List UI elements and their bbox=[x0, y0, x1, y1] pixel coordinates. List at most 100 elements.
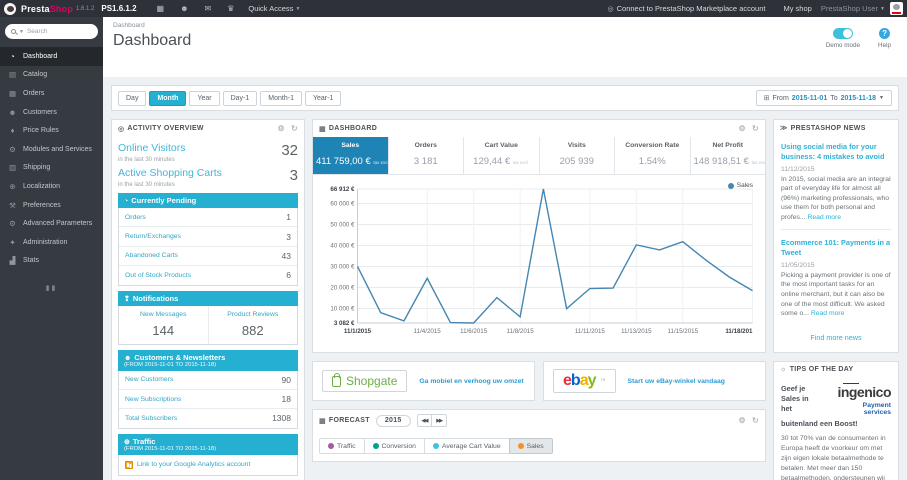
product-reviews-link[interactable]: Product Reviews bbox=[211, 311, 296, 318]
chart-legend: Sales bbox=[727, 182, 753, 189]
news-article: Using social media for your business: 4 … bbox=[781, 142, 891, 222]
version-label: 1.6.1.2 bbox=[76, 5, 95, 12]
forecast-panel: ▦ FORECAST 2015 ◀◀ ▶▶ ⚙ ↻ Traffic Conversi… bbox=[312, 409, 766, 462]
return-exchanges-link[interactable]: Return/Exchanges bbox=[125, 233, 181, 240]
find-more-news-link[interactable]: Find more news bbox=[774, 325, 898, 352]
demo-mode-control: Demo mode bbox=[826, 28, 860, 49]
total-subscribers-value: 1308 bbox=[272, 413, 291, 424]
shopgate-link[interactable]: Ga mobiel en verhoog uw omzet bbox=[419, 378, 523, 385]
collapse-menu-icon[interactable]: ▮▮ bbox=[0, 284, 103, 292]
abandoned-carts-link[interactable]: Abandoned Carts bbox=[125, 252, 178, 259]
kpi-cart-value[interactable]: Cart Value 129,44 € tax excl. bbox=[464, 137, 540, 174]
active-carts-value: 3 bbox=[289, 167, 298, 184]
sidebar-item-orders[interactable]: ▦ Orders bbox=[0, 84, 103, 103]
shopgate-banner[interactable]: Shopgate Ga mobiel en verhoog uw omzet bbox=[312, 361, 535, 401]
refresh-icon[interactable]: ↻ bbox=[291, 124, 298, 133]
sidebar-item-localization[interactable]: ⊕ Localization bbox=[0, 177, 103, 196]
range-button-year-1[interactable]: Year-1 bbox=[304, 90, 342, 106]
forecast-legend-traffic[interactable]: Traffic bbox=[319, 438, 365, 454]
ebay-banner[interactable]: ebay ™ Start uw eBay-winkel vandaag bbox=[543, 361, 766, 401]
range-button-year[interactable]: Year bbox=[189, 90, 220, 106]
kpi-tabs: Sales 411 759,00 € tax excl. Orders 3 181 Ca… bbox=[313, 137, 765, 175]
online-visitors-value: 32 bbox=[281, 142, 298, 159]
quick-access-menu[interactable]: Quick Access ▼ bbox=[248, 4, 300, 13]
refresh-icon[interactable]: ↻ bbox=[752, 124, 759, 133]
shopgate-logo: Shopgate bbox=[322, 370, 408, 392]
svg-text:20 000 €: 20 000 € bbox=[330, 284, 355, 291]
gear-icon[interactable]: ⚙ bbox=[278, 124, 285, 133]
brand: PrestaShop bbox=[21, 3, 74, 14]
cart-icon[interactable]: ▦ bbox=[157, 4, 165, 13]
new-customers-link[interactable]: New Customers bbox=[125, 376, 173, 383]
trophy-icon[interactable]: ♛ bbox=[227, 4, 234, 13]
range-button-day-1[interactable]: Day-1 bbox=[222, 90, 258, 106]
range-button-day[interactable]: Day bbox=[118, 90, 147, 106]
kpi-net-profit[interactable]: Net Profit148 918,51 € tax excl. bbox=[690, 137, 765, 174]
demo-mode-toggle[interactable] bbox=[832, 28, 853, 39]
advanced-parameters-icon: ⚙ bbox=[9, 219, 16, 229]
list-item: Abandoned Carts 43 bbox=[119, 247, 297, 267]
range-button-month-1[interactable]: Month-1 bbox=[260, 90, 302, 106]
ebay-logo: ebay ™ bbox=[553, 369, 616, 393]
sidebar-item-price-rules[interactable]: ♦ Price Rules bbox=[0, 121, 103, 140]
help-icon[interactable]: ? bbox=[879, 28, 891, 39]
user-menu[interactable]: PrestaShop User ▼ bbox=[821, 4, 885, 13]
sidebar-item-dashboard[interactable]: ◔ Dashboard bbox=[0, 47, 103, 66]
stats-icon: ▟ bbox=[9, 256, 16, 266]
forecast-legend-conversion[interactable]: Conversion bbox=[363, 438, 425, 454]
news-article-link[interactable]: Ecommerce 101: Payments in a Tweet bbox=[781, 238, 891, 258]
person-icon[interactable]: ☻ bbox=[180, 4, 188, 13]
marketplace-link[interactable]: ◎ Connect to PrestaShop Marketplace accou… bbox=[608, 4, 766, 13]
sidebar-item-stats[interactable]: ▟ Stats bbox=[0, 252, 103, 271]
gear-icon[interactable]: ⚙ bbox=[739, 416, 746, 425]
mail-icon[interactable]: ✉ bbox=[205, 4, 212, 13]
sidebar-item-customers[interactable]: ☻ Customers bbox=[0, 103, 103, 122]
total-subscribers-link[interactable]: Total Subscribers bbox=[125, 415, 177, 422]
read-more-link[interactable]: Read more bbox=[811, 310, 845, 317]
refresh-icon[interactable]: ↻ bbox=[752, 416, 759, 425]
orders-icon: ▦ bbox=[8, 88, 17, 98]
news-article-link[interactable]: Using social media for your business: 4 … bbox=[781, 142, 891, 162]
active-carts-subtitle: in the last 30 minutes bbox=[118, 182, 175, 188]
read-more-link[interactable]: Read more bbox=[807, 214, 841, 221]
sidebar-item-administration[interactable]: ✦ Administration bbox=[0, 233, 103, 252]
traffic-dot-icon bbox=[328, 443, 334, 449]
list-item: Orders 1 bbox=[119, 208, 297, 228]
orders-link[interactable]: Orders bbox=[125, 214, 146, 221]
gear-icon[interactable]: ⚙ bbox=[739, 124, 746, 133]
my-shop-link[interactable]: My shop bbox=[783, 4, 811, 13]
forecast-legend-sales[interactable]: Sales bbox=[508, 438, 553, 454]
online-visitors-link[interactable]: Online Visitors bbox=[118, 142, 186, 154]
new-messages-link[interactable]: New Messages bbox=[121, 311, 206, 318]
forecast-next-button[interactable]: ▶▶ bbox=[432, 414, 448, 427]
forecast-prev-button[interactable]: ◀◀ bbox=[416, 414, 433, 427]
forecast-legend-average-cart-value[interactable]: Average Cart Value bbox=[423, 438, 510, 454]
kpi-orders[interactable]: Orders 3 181 bbox=[388, 137, 464, 174]
kpi-visits[interactable]: Visits 205 939 bbox=[539, 137, 615, 174]
sidebar-item-advanced-parameters[interactable]: ⚙ Advanced Parameters bbox=[0, 214, 103, 233]
out-of-stock-products-link[interactable]: Out of Stock Products bbox=[125, 272, 191, 279]
kpi-conversion-rate[interactable]: Conversion Rate 1.54% bbox=[615, 137, 691, 174]
chevron-down-icon[interactable]: ▼ bbox=[19, 29, 24, 35]
conversion-dot-icon bbox=[372, 443, 379, 449]
breadcrumb: Dashboard bbox=[113, 22, 145, 29]
marketplace-icon: ◎ bbox=[607, 6, 614, 13]
sidebar-item-preferences[interactable]: ⚒ Preferences bbox=[0, 196, 103, 215]
sidebar-item-shipping[interactable]: ▥ Shipping bbox=[0, 159, 103, 178]
range-buttons: Day Month Year Day-1 Month-1 Year-1 bbox=[118, 90, 342, 106]
date-range-picker[interactable]: ⊞ From 2015-11-01 To 2015-11-18 ▼ bbox=[755, 90, 892, 106]
range-button-month[interactable]: Month bbox=[149, 90, 187, 106]
ebay-link[interactable]: Start uw eBay-winkel vandaag bbox=[628, 378, 725, 385]
active-carts-link[interactable]: Active Shopping Carts bbox=[118, 167, 222, 179]
search-input[interactable] bbox=[26, 28, 79, 35]
kpi-sales[interactable]: Sales 411 759,00 € tax excl. bbox=[313, 137, 389, 174]
sidebar-item-modules-and-services[interactable]: ⚙ Modules and Services bbox=[0, 140, 103, 159]
tips-of-the-day-panel: ☼ TIPS OF THE DAY ingenico Payment servic… bbox=[773, 360, 899, 480]
avatar[interactable] bbox=[890, 2, 903, 15]
cart-icon: ▦ bbox=[319, 125, 326, 133]
sidebar-item-catalog[interactable]: ▤ Catalog bbox=[0, 66, 103, 85]
new-subscriptions-link[interactable]: New Subscriptions bbox=[125, 396, 181, 403]
sidebar-search: ▼ bbox=[5, 24, 98, 39]
google-analytics-link[interactable]: Link to your Google Analytics account bbox=[137, 461, 250, 468]
forecast-year[interactable]: 2015 bbox=[375, 414, 411, 427]
